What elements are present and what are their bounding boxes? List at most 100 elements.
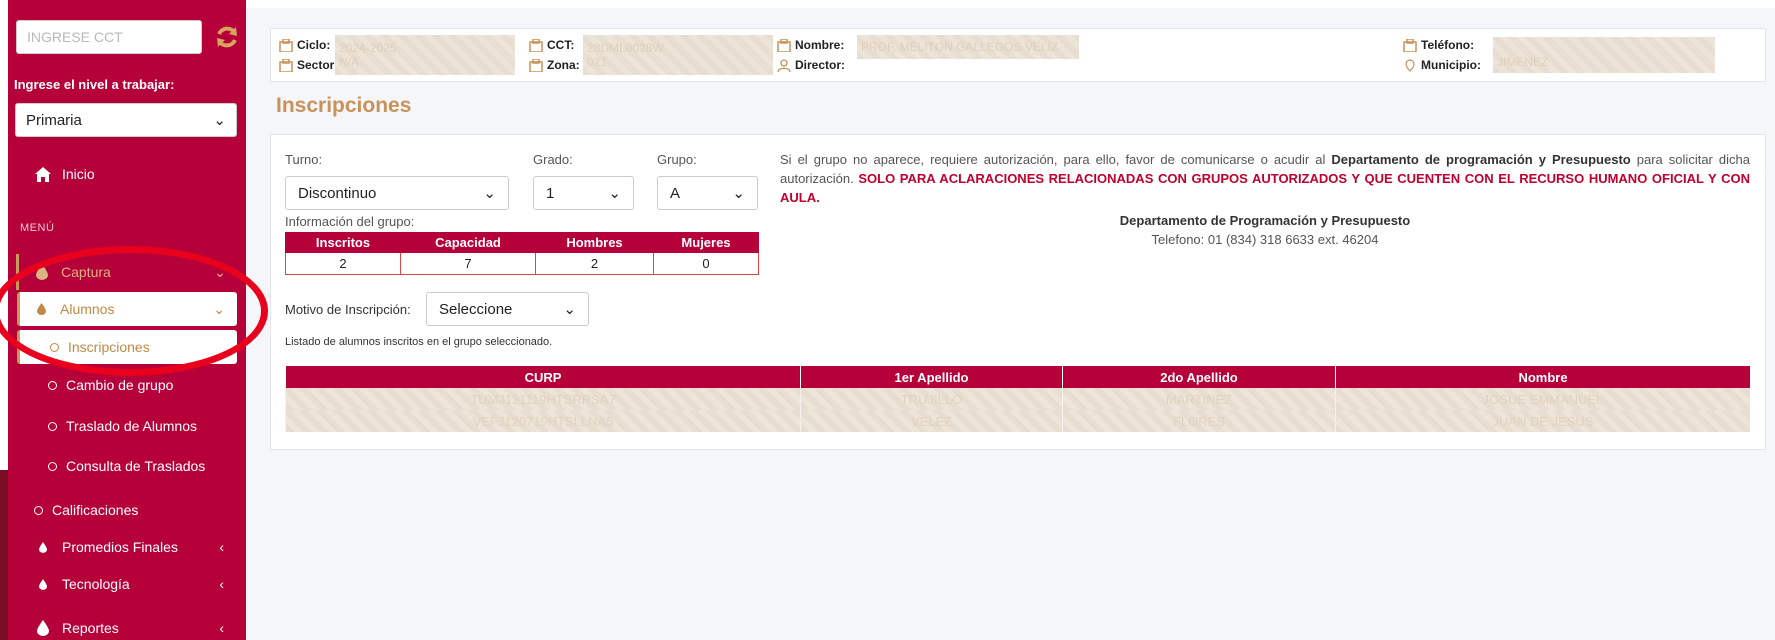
turno-value: Discontinuo — [298, 184, 377, 202]
chevron-down-icon: ⌄ — [608, 185, 621, 202]
nombre-value: PROF. MELITON GALLEGOS VELIZ — [861, 40, 1059, 54]
table-cell: 2 — [285, 252, 401, 275]
sidebar-item-label: Traslado de Alumnos — [66, 418, 197, 434]
column-header: 2do Apellido — [1062, 366, 1336, 388]
municipio-field: Municipio: — [1403, 58, 1481, 72]
grado-select[interactable]: 1 ⌄ — [533, 176, 634, 210]
user-icon — [777, 58, 791, 72]
building-icon — [1403, 38, 1417, 52]
refresh-icon[interactable] — [214, 24, 240, 50]
motivo-label: Motivo de Inscripción: — [285, 302, 411, 317]
column-header: Inscritos — [285, 232, 401, 253]
dept-phone: Telefono: 01 (834) 318 6633 ext. 46204 — [1151, 232, 1379, 247]
telefono-field: Teléfono: — [1403, 38, 1474, 52]
sidebar: INGRESE CCT Ingrese el nivel a trabajar:… — [0, 0, 246, 640]
cct-zona-values: 28DML0028W 021 — [583, 35, 773, 75]
building-icon — [529, 38, 543, 52]
motivo-value: Seleccione — [439, 300, 513, 318]
building-icon — [279, 58, 293, 72]
grupo-value: A — [670, 184, 681, 202]
turno-select[interactable]: Discontinuo ⌄ — [285, 176, 509, 210]
sidebar-item-inscripciones[interactable]: Inscripciones — [17, 330, 237, 364]
sidebar-item-label: Inscripciones — [68, 339, 150, 355]
sidebar-item-alumnos[interactable]: Alumnos ⌄ — [17, 292, 237, 326]
column-header: Nombre — [1335, 366, 1750, 388]
sidebar-item-label: Tecnología — [62, 576, 130, 592]
column-header: CURP — [285, 366, 801, 388]
table-row[interactable]: TUMJ121119HTSRRSA7 TRUJILLO MARTINEZ JOS… — [285, 388, 1750, 410]
municipio-value: JIMENEZ — [1497, 55, 1549, 69]
info-grupo-label: Información del grupo: — [285, 214, 415, 229]
sidebar-item-tecnologia[interactable]: Tecnología ‹ — [34, 576, 224, 592]
director-label: Director: — [795, 58, 846, 72]
building-icon — [529, 58, 543, 72]
sidebar-item-label: Captura — [61, 264, 111, 280]
building-icon — [777, 38, 791, 52]
table-cell: JUAN DE JESUS — [1335, 410, 1750, 432]
sidebar-item-label: Promedios Finales — [62, 539, 178, 555]
chevron-left-icon: ‹ — [219, 620, 224, 636]
circle-icon — [34, 505, 43, 515]
table-cell: 0 — [653, 252, 759, 275]
sidebar-item-label: Consulta de Traslados — [66, 458, 206, 474]
sidebar-item-calificaciones[interactable]: Calificaciones — [34, 502, 138, 518]
grupo-label: Grupo: — [657, 152, 697, 167]
nivel-select-value: Primaria — [26, 111, 82, 129]
sidebar-item-traslado[interactable]: Traslado de Alumnos — [48, 418, 197, 434]
column-header: Capacidad — [400, 232, 536, 253]
chevron-down-icon: ⌄ — [563, 301, 576, 318]
cct-search-row: INGRESE CCT — [16, 20, 240, 54]
director-field: Director: — [777, 58, 845, 72]
sidebar-item-reportes[interactable]: Reportes ‹ — [34, 620, 224, 636]
dept-title: Departamento de Programación y Presupues… — [1119, 213, 1411, 228]
drop-icon — [34, 578, 52, 590]
sidebar-item-promedios[interactable]: Promedios Finales ‹ — [34, 539, 224, 555]
column-header: Hombres — [535, 232, 654, 253]
menu-section-label: MENÚ — [20, 222, 55, 234]
table-cell: VELEZ — [800, 410, 1063, 432]
sidebar-edge-accent — [0, 470, 8, 640]
chevron-left-icon: ‹ — [219, 576, 224, 592]
table-cell: TRUJILLO — [800, 388, 1063, 410]
sector-field: Sector: — [279, 58, 338, 72]
column-header: 1er Apellido — [800, 366, 1063, 388]
nivel-label: Ingrese el nivel a trabajar: — [14, 77, 175, 92]
circle-icon — [48, 421, 57, 431]
notice-dept: Departamento de programación y Presupues… — [1331, 152, 1631, 167]
telefono-municipio-values: JIMENEZ — [1493, 37, 1715, 73]
nivel-select[interactable]: Primaria ⌄ — [15, 103, 237, 137]
top-strip — [246, 0, 1775, 8]
sidebar-item-consulta-traslados[interactable]: Consulta de Traslados — [48, 458, 205, 474]
cct-input[interactable]: INGRESE CCT — [16, 20, 202, 54]
location-pin-icon — [1405, 58, 1415, 72]
zona-value: 021 — [587, 55, 608, 69]
table-cell: 7 — [400, 252, 536, 275]
sidebar-item-inicio[interactable]: Inicio — [34, 166, 95, 182]
sidebar-item-label: Calificaciones — [52, 502, 139, 518]
table-cell: TUMJ121119HTSRRSA7 — [285, 388, 801, 410]
zona-label: Zona: — [547, 58, 580, 72]
notice-text: Si el grupo no aparece, requiere autoriz… — [780, 152, 1326, 167]
circle-icon — [48, 380, 57, 390]
column-header: Mujeres — [653, 232, 759, 253]
nombre-value-box: PROF. MELITON GALLEGOS VELIZ — [857, 35, 1079, 59]
circle-icon — [50, 342, 59, 352]
sidebar-item-label: Alumnos — [60, 301, 115, 317]
table-cell: JOSUE EMMANUEL — [1335, 388, 1750, 410]
nombre-label: Nombre: — [795, 38, 845, 52]
grado-value: 1 — [546, 184, 555, 202]
motivo-select[interactable]: Seleccione ⌄ — [426, 292, 589, 326]
home-icon — [34, 166, 52, 182]
chevron-left-icon: ‹ — [219, 539, 224, 555]
drop-icon — [34, 620, 52, 636]
table-cell: MARTINEZ — [1062, 388, 1336, 410]
sidebar-item-cambio-grupo[interactable]: Cambio de grupo — [48, 377, 173, 393]
sidebar-item-captura[interactable]: Captura ⌄ — [16, 254, 238, 290]
table-cell: VEFJ120719HTSLLNA5 — [285, 410, 801, 432]
grupo-select[interactable]: A ⌄ — [657, 176, 758, 210]
nombre-field: Nombre: — [777, 38, 844, 52]
sector-label: Sector: — [297, 58, 339, 72]
school-info-bar: Ciclo: Sector: 2024-2025 N/A CCT: Zona: … — [270, 28, 1766, 82]
table-row[interactable]: VEFJ120719HTSLLNA5 VELEZ FLORES JUAN DE … — [285, 410, 1750, 432]
drop-icon — [34, 541, 52, 553]
